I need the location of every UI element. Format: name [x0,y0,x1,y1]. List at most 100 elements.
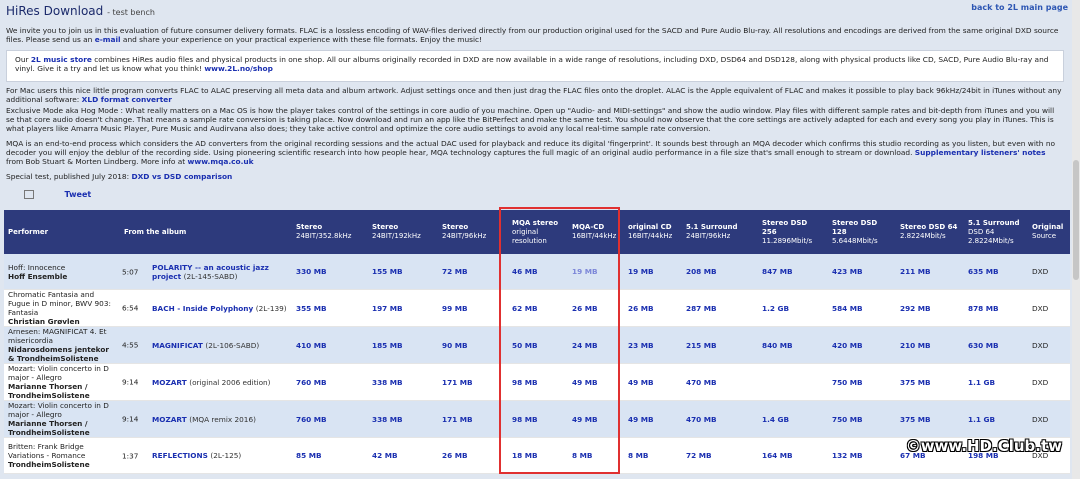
album-link[interactable]: MAGNIFICAT [152,341,203,350]
download-size-link[interactable]: 1.1 GB [964,400,1028,438]
vertical-scrollbar[interactable] [1072,0,1080,479]
column-header-subtitle: 24BIT/96kHz [442,232,487,240]
catalog-number: (2L-139) [255,303,287,313]
download-size-link[interactable]: 8 MB [624,437,682,474]
download-size-link[interactable]: 85 MB [292,437,368,474]
download-size-link[interactable]: 840 MB [758,326,828,364]
artist-name: Marianne Thorsen / TrondheimSolistene [8,419,90,437]
download-size-link[interactable]: 292 MB [896,289,964,327]
column-header-title: Stereo DSD 64 [900,223,958,231]
download-size-link[interactable]: 330 MB [292,254,368,290]
listeners-notes-link[interactable]: Supplementary listeners' notes [915,148,1046,157]
column-header-subtitle: 24BIT/96kHz [686,232,731,240]
watermark: ©www.HD.Club.tw [905,437,1062,455]
album-link[interactable]: REFLECTIONS [152,451,208,460]
download-size-link[interactable]: 630 MB [964,326,1028,364]
download-size-link[interactable]: 355 MB [292,289,368,327]
download-size-link[interactable]: 760 MB [292,363,368,401]
back-to-main-link[interactable]: back to 2L main page [971,3,1068,12]
download-size-link[interactable]: 132 MB [828,437,896,474]
column-header-title: Stereo DSD 128 [832,218,878,236]
download-size-link[interactable]: 338 MB [368,363,438,401]
download-size-link[interactable]: 49 MB [624,400,682,438]
catalog-number: (2L-106-SABD) [205,340,260,350]
download-size-link[interactable]: 423 MB [828,254,896,290]
column-header-subtitle: 2.8224Mbit/s [900,232,946,240]
download-size-link[interactable]: 375 MB [896,400,964,438]
download-size-link[interactable]: 197 MB [368,289,438,327]
work-title: Mozart: Violin concerto in D major - All… [8,401,109,419]
download-size-link[interactable]: 420 MB [828,326,896,364]
column-header: Stereo DSD 256 11.2896Mbit/s [758,210,828,254]
download-size-link[interactable]: 750 MB [828,363,896,401]
download-size-link[interactable]: 90 MB [438,326,508,364]
download-size-link[interactable]: 208 MB [682,254,758,290]
album-link[interactable]: MOZART [152,378,187,387]
mqa-text-2: from Bob Stuart & Morten Lindberg. More … [6,157,186,166]
download-size-link[interactable]: 42 MB [368,437,438,474]
scrollbar-thumb[interactable] [1073,160,1079,280]
column-header-subtitle: 11.2896Mbit/s [762,236,813,245]
download-size-link[interactable]: 72 MB [438,254,508,290]
intro-paragraph: We invite you to join us in this evaluat… [6,26,1064,44]
download-size-link[interactable]: 99 MB [438,289,508,327]
column-header-title: Original [1032,223,1064,231]
performer-cell: Chromatic Fantasia and Fugue in D minor,… [4,289,120,327]
download-size-link[interactable]: 635 MB [964,254,1028,290]
album-link[interactable]: MOZART [152,415,187,424]
mqa-highlight-box [499,207,620,474]
download-size-link[interactable]: 847 MB [758,254,828,290]
download-size-link[interactable]: 750 MB [828,400,896,438]
column-header: Performer [4,210,120,254]
performer-cell: Mozart: Violin concerto in D major - All… [4,400,120,438]
download-size-link[interactable]: 338 MB [368,400,438,438]
download-size-link[interactable]: 171 MB [438,363,508,401]
download-size-link[interactable]: 1.4 GB [758,400,828,438]
download-size-link[interactable]: 155 MB [368,254,438,290]
download-size-link[interactable]: 210 MB [896,326,964,364]
tweet-area: Tweet [24,190,91,199]
mqa-site-link[interactable]: www.mqa.co.uk [188,157,254,166]
email-link[interactable]: e-mail [95,35,121,44]
download-size-link[interactable]: 49 MB [624,363,682,401]
column-header: Stereo 24BIT/192kHz [368,210,438,254]
download-size-link[interactable]: 410 MB [292,326,368,364]
download-size-link[interactable]: 1.2 GB [758,289,828,327]
track-duration: 9:14 [122,377,139,387]
download-size-link[interactable]: 26 MB [624,289,682,327]
dxd-vs-dsd-link[interactable]: DXD vs DSD comparison [131,172,232,181]
track-duration: 9:14 [122,414,139,424]
download-size-link[interactable]: 211 MB [896,254,964,290]
download-size-link[interactable]: 584 MB [828,289,896,327]
column-header: Stereo 24BIT/96kHz [438,210,508,254]
download-size-link[interactable]: 287 MB [682,289,758,327]
download-size-link[interactable]: 19 MB [624,254,682,290]
tweet-button[interactable]: Tweet [65,190,92,199]
download-size-link[interactable]: 185 MB [368,326,438,364]
download-size-link[interactable]: 23 MB [624,326,682,364]
download-size-link[interactable]: 26 MB [438,437,508,474]
download-size-link[interactable]: 171 MB [438,400,508,438]
download-size-link[interactable]: 215 MB [682,326,758,364]
work-title: Hoff: Innocence [8,262,66,272]
album-link[interactable]: BACH - Inside Polyphony [152,304,253,313]
download-size-link[interactable]: 72 MB [682,437,758,474]
shop-link[interactable]: www.2L.no/shop [204,64,273,73]
performer-cell: Arnesen: MAGNIFICAT 4. Et misericordia Ni… [4,326,120,364]
download-size-link[interactable]: 470 MB [682,363,758,401]
download-size-link[interactable]: 760 MB [292,400,368,438]
download-size-link[interactable]: 375 MB [896,363,964,401]
intro-text-2: and share your experience on your practi… [122,35,483,44]
download-size-link[interactable]: 878 MB [964,289,1028,327]
download-size-link[interactable]: 470 MB [682,400,758,438]
mqa-paragraph: MQA is an end-to-end process which consi… [6,139,1064,166]
download-size-link[interactable]: 164 MB [758,437,828,474]
column-header-subtitle: 5.6448Mbit/s [832,236,878,245]
music-store-link[interactable]: 2L music store [31,55,92,64]
column-header-title: Stereo [442,223,469,231]
xld-link[interactable]: XLD format converter [82,95,172,104]
album-cell: 1:37 REFLECTIONS (2L-125) [120,437,292,474]
store-paragraph: Our 2L music store combines HiRes audio … [15,55,1055,73]
download-size-link[interactable]: 1.1 GB [964,363,1028,401]
page: HiRes Download - test bench back to 2L m… [0,0,1072,479]
